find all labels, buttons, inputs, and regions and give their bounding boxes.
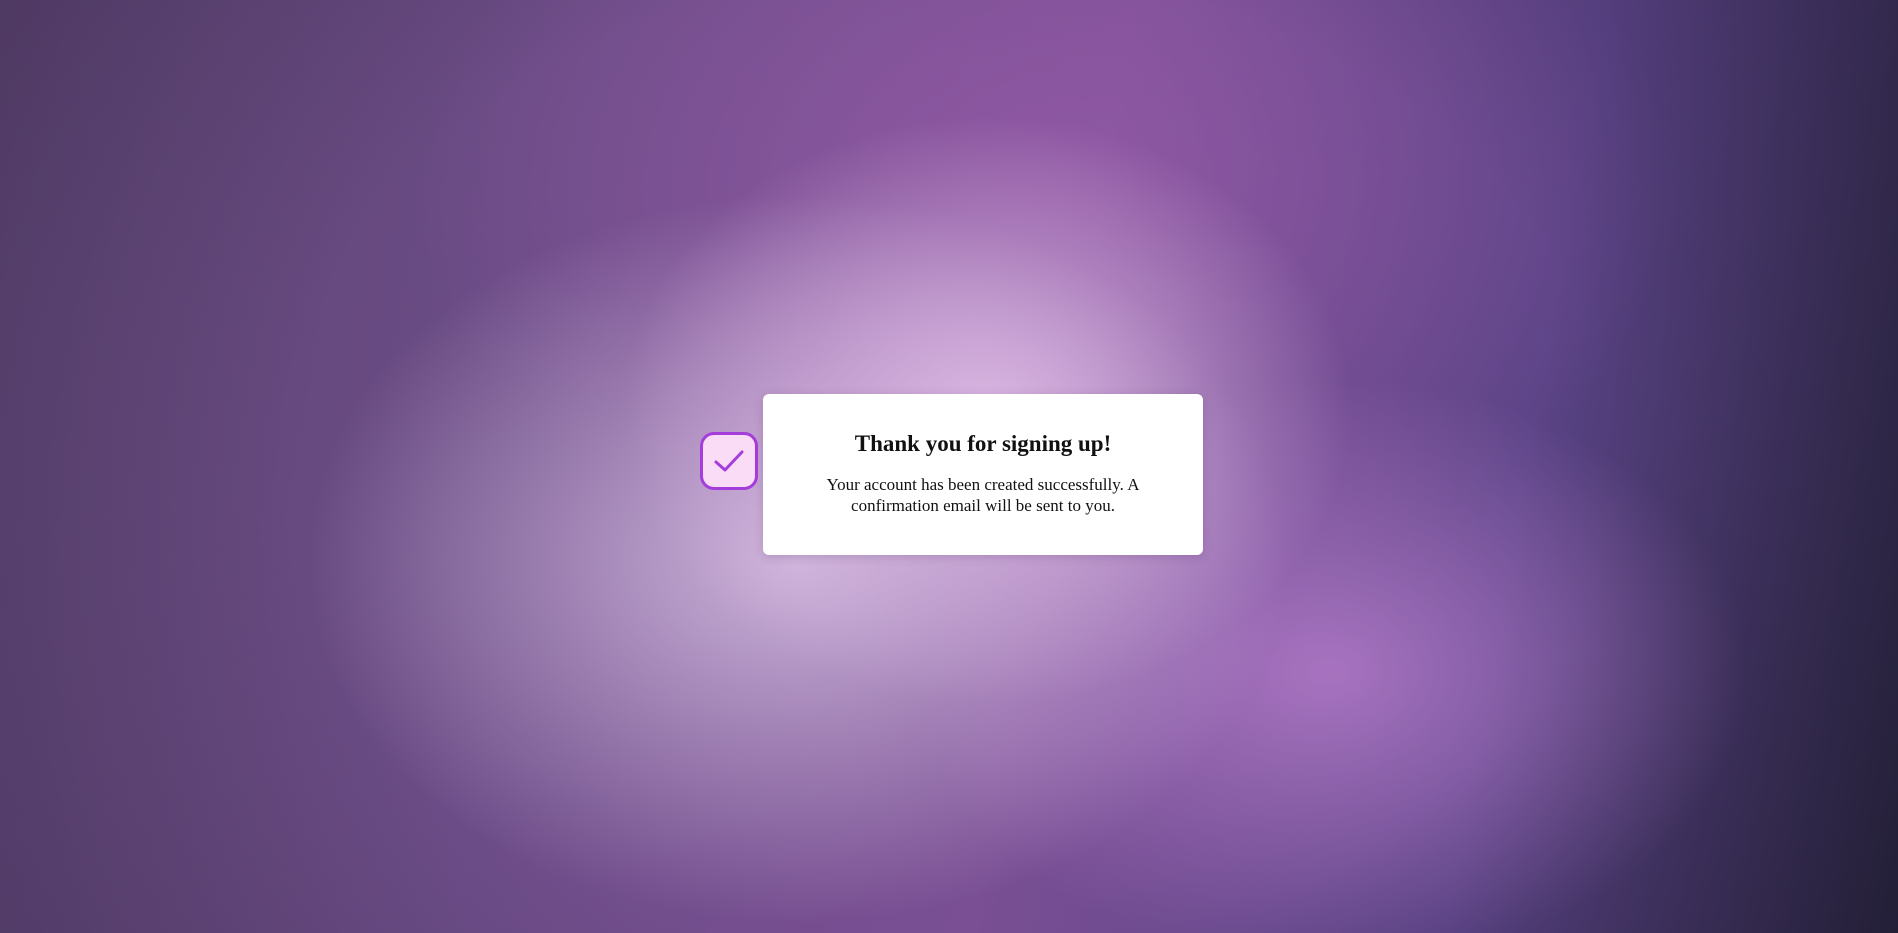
signup-success-dialog: Thank you for signing up! Your account h… xyxy=(763,394,1203,555)
dialog-title: Thank you for signing up! xyxy=(854,431,1112,456)
check-icon xyxy=(714,450,744,472)
dialog-message: Your account has been created successful… xyxy=(826,474,1140,515)
success-badge xyxy=(700,432,758,490)
